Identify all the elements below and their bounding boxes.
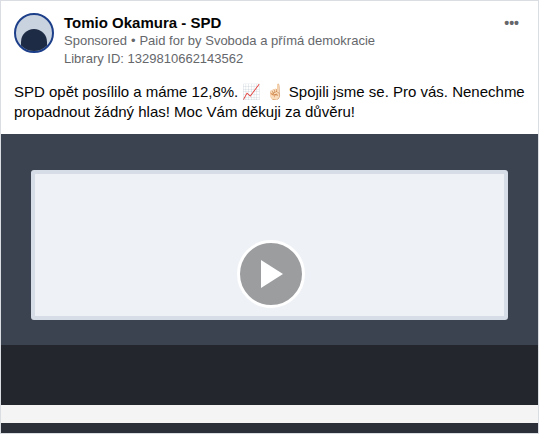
separator: • xyxy=(131,32,136,50)
avatar[interactable] xyxy=(14,13,54,53)
ad-card: Tomio Okamura - SPDSponsored•Paid for by… xyxy=(0,0,539,434)
post-text: SPD opět posílilo a máme 12,8%. 📈 ☝🏻 Spo… xyxy=(1,68,538,134)
studio-floor xyxy=(1,345,538,405)
library-id: Library ID: 1329810662143562 xyxy=(64,50,488,68)
video-frame[interactable] xyxy=(1,134,538,433)
play-button[interactable] xyxy=(237,240,305,308)
avatar-figure-icon xyxy=(21,29,47,51)
play-icon xyxy=(258,259,284,289)
more-button[interactable]: ••• xyxy=(498,13,525,33)
author-name[interactable]: Tomio Okamura - SPD xyxy=(64,13,488,32)
ticker-strip xyxy=(1,405,538,423)
sponsored-label[interactable]: Sponsored xyxy=(64,32,127,50)
header-text: Tomio Okamura - SPDSponsored•Paid for by… xyxy=(64,13,488,68)
paid-by: Paid for by Svoboda a přímá demokracie xyxy=(139,32,375,50)
sponsor-line: Sponsored•Paid for by Svoboda a přímá de… xyxy=(64,32,488,50)
post-header: Tomio Okamura - SPDSponsored•Paid for by… xyxy=(1,1,538,68)
